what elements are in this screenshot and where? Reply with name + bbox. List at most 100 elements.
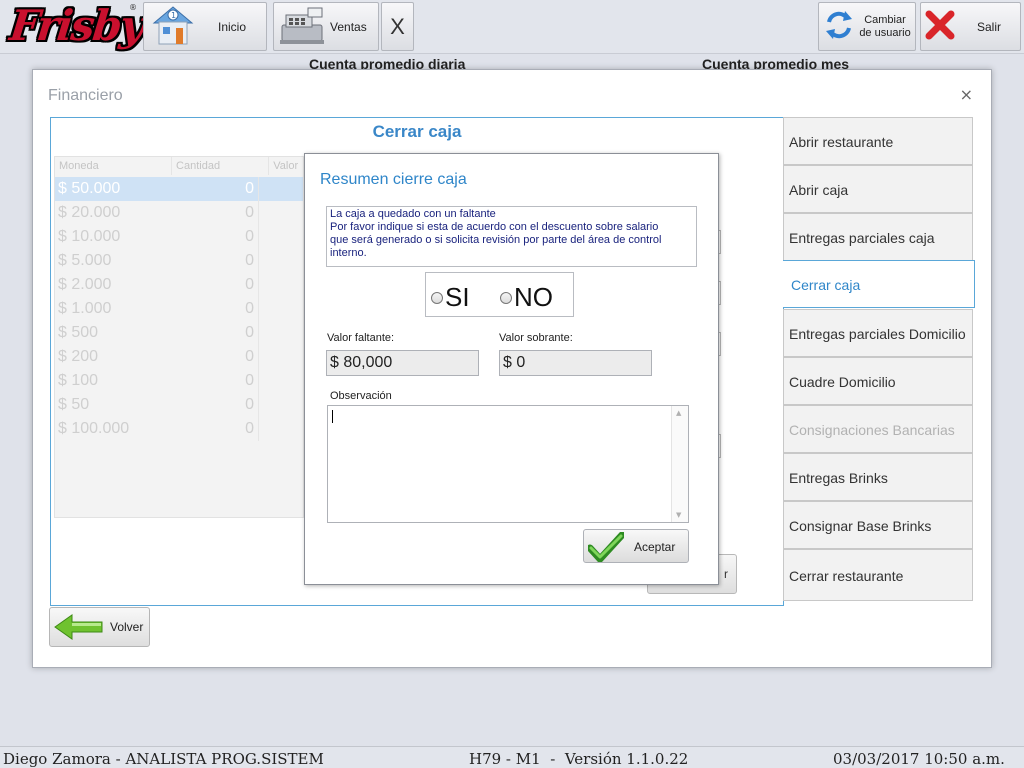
table-row[interactable]: $ 50 0 bbox=[55, 393, 303, 417]
ventas-button[interactable]: Ventas bbox=[273, 2, 379, 51]
menu-item-cuadre-domicilio[interactable]: Cuadre Domicilio bbox=[783, 357, 973, 405]
grid-cell-cantidad: 0 bbox=[173, 297, 259, 321]
observacion-scrollbar[interactable]: ▲ ▼ bbox=[671, 406, 688, 522]
volver-button[interactable]: Volver bbox=[49, 607, 150, 647]
home-icon: 1 bbox=[150, 3, 196, 51]
moneda-grid[interactable]: Moneda Cantidad Valor $ 50.000 0 $ 20.000… bbox=[54, 156, 304, 518]
menu-item-entregas-parciales-caja[interactable]: Entregas parciales caja bbox=[783, 213, 973, 261]
acuerdo-radio-group: SI NO bbox=[425, 272, 574, 317]
panel-title: Cerrar caja bbox=[372, 122, 462, 141]
grid-cell-cantidad: 0 bbox=[173, 225, 259, 249]
logo-registered-mark: ® bbox=[129, 3, 137, 12]
grid-cell-moneda: $ 50 bbox=[58, 396, 90, 413]
valor-faltante-label: Valor faltante: bbox=[327, 332, 395, 344]
checkmark-icon bbox=[586, 531, 626, 566]
grid-cell-cantidad: 0 bbox=[173, 201, 259, 225]
cambiar-usuario-label: Cambiar de usuario bbox=[859, 13, 911, 39]
top-toolbar: Frisby ® 1 Inicio Ventas X Cambiar de us… bbox=[0, 0, 1024, 54]
table-row[interactable]: $ 10.000 0 bbox=[55, 225, 303, 249]
close-tab-button[interactable]: X bbox=[381, 2, 414, 51]
grid-cell-moneda: $ 500 bbox=[58, 324, 99, 341]
table-row[interactable]: $ 50.000 0 bbox=[55, 177, 303, 201]
table-row[interactable]: $ 5.000 0 bbox=[55, 249, 303, 273]
aceptar-button[interactable]: Aceptar bbox=[583, 529, 689, 563]
grid-cell-moneda: $ 100 bbox=[58, 372, 99, 389]
grid-cell-moneda: $ 50.000 bbox=[58, 180, 121, 197]
logo-text: Frisby bbox=[7, 1, 146, 50]
grid-cell-cantidad: 0 bbox=[173, 369, 259, 393]
valor-sobrante-field: $ 0 bbox=[499, 350, 652, 376]
grid-cell-cantidad: 0 bbox=[173, 417, 259, 441]
grid-header: Moneda Cantidad Valor bbox=[55, 157, 303, 175]
modal-title: Resumen cierre caja bbox=[320, 171, 467, 188]
valor-faltante-field: $ 80,000 bbox=[326, 350, 479, 376]
menu-item-entregas-brinks[interactable]: Entregas Brinks bbox=[783, 453, 973, 501]
grid-header-valor: Valor bbox=[273, 160, 299, 172]
faltante-message: La caja a quedado con un faltante Por fa… bbox=[326, 206, 697, 267]
menu-item-abrir-caja[interactable]: Abrir caja bbox=[783, 165, 973, 213]
table-row[interactable]: $ 200 0 bbox=[55, 345, 303, 369]
grid-cell-cantidad: 0 bbox=[173, 249, 259, 273]
resumen-cierre-caja-modal: Resumen cierre caja La caja a quedado co… bbox=[304, 153, 719, 585]
back-arrow-icon bbox=[54, 614, 104, 644]
radio-no-label: NO bbox=[514, 282, 553, 312]
grid-cell-moneda: $ 20.000 bbox=[58, 204, 121, 221]
status-version: H79 - M1 - Versión 1.1.0.22 bbox=[469, 750, 689, 768]
svg-text:1: 1 bbox=[171, 11, 176, 20]
dialog-title: Financiero bbox=[48, 87, 123, 104]
menu-item-abrir-restaurante[interactable]: Abrir restaurante bbox=[783, 117, 973, 165]
table-row[interactable]: $ 100.000 0 bbox=[55, 417, 303, 441]
scroll-up-icon[interactable]: ▲ bbox=[676, 409, 681, 417]
observacion-textarea[interactable]: ▲ ▼ bbox=[327, 405, 689, 523]
observacion-label: Observación bbox=[330, 390, 392, 402]
frisby-logo: Frisby ® bbox=[7, 1, 145, 53]
inicio-button[interactable]: 1 Inicio bbox=[143, 2, 267, 51]
salir-label: Salir bbox=[977, 19, 1002, 34]
cambiar-usuario-button[interactable]: Cambiar de usuario bbox=[818, 2, 916, 51]
refresh-arrows-icon bbox=[825, 8, 853, 46]
scroll-down-icon[interactable]: ▼ bbox=[676, 511, 681, 519]
volver-label: Volver bbox=[110, 620, 144, 634]
grid-cell-cantidad: 0 bbox=[173, 273, 259, 297]
cash-register-icon bbox=[278, 3, 326, 51]
status-user: Diego Zamora - ANALISTA PROG.SISTEM bbox=[3, 750, 324, 768]
menu-item-entregas-parciales-domicilio[interactable]: Entregas parciales Domicilio bbox=[783, 309, 973, 357]
menu-item-consignar-base-brinks[interactable]: Consignar Base Brinks bbox=[783, 501, 973, 549]
inicio-label: Inicio bbox=[218, 19, 247, 34]
table-row[interactable]: $ 100 0 bbox=[55, 369, 303, 393]
exit-x-icon bbox=[925, 10, 955, 44]
grid-cell-moneda: $ 200 bbox=[58, 348, 99, 365]
grid-cell-moneda: $ 100.000 bbox=[58, 420, 130, 437]
table-row[interactable]: $ 20.000 0 bbox=[55, 201, 303, 225]
menu-item-cerrar-restaurante[interactable]: Cerrar restaurante bbox=[783, 549, 973, 601]
grid-cell-moneda: $ 5.000 bbox=[58, 252, 112, 269]
grid-cell-moneda: $ 1.000 bbox=[58, 300, 112, 317]
grid-cell-cantidad: 0 bbox=[173, 177, 259, 201]
close-tab-label: X bbox=[390, 13, 405, 39]
status-datetime: 03/03/2017 10:50 a.m. bbox=[833, 750, 1005, 768]
dialog-close-icon[interactable]: × bbox=[960, 85, 973, 104]
radio-si-circle[interactable] bbox=[431, 291, 443, 304]
valor-sobrante-label: Valor sobrante: bbox=[499, 332, 573, 344]
table-row[interactable]: $ 1.000 0 bbox=[55, 297, 303, 321]
salir-button[interactable]: Salir bbox=[920, 2, 1021, 51]
confirm-button-label: r bbox=[724, 567, 728, 581]
grid-cell-cantidad: 0 bbox=[173, 393, 259, 417]
grid-cell-cantidad: 0 bbox=[173, 345, 259, 369]
menu-item-cerrar-caja[interactable]: Cerrar caja bbox=[783, 260, 975, 308]
status-bar: Diego Zamora - ANALISTA PROG.SISTEM H79 … bbox=[0, 746, 1024, 768]
grid-cell-moneda: $ 2.000 bbox=[58, 276, 112, 293]
radio-no-circle[interactable] bbox=[500, 291, 512, 304]
aceptar-label: Aceptar bbox=[634, 540, 676, 554]
radio-no[interactable]: NO bbox=[500, 282, 553, 313]
menu-item-consignaciones-bancarias[interactable]: Consignaciones Bancarias bbox=[783, 405, 973, 453]
text-caret bbox=[332, 410, 333, 423]
grid-header-cantidad: Cantidad bbox=[172, 157, 270, 175]
grid-cell-cantidad: 0 bbox=[173, 321, 259, 345]
radio-si-label: SI bbox=[445, 282, 470, 312]
radio-si[interactable]: SI bbox=[431, 282, 470, 313]
table-row[interactable]: $ 2.000 0 bbox=[55, 273, 303, 297]
grid-header-moneda: Moneda bbox=[55, 157, 173, 175]
ventas-label: Ventas bbox=[330, 19, 367, 34]
table-row[interactable]: $ 500 0 bbox=[55, 321, 303, 345]
